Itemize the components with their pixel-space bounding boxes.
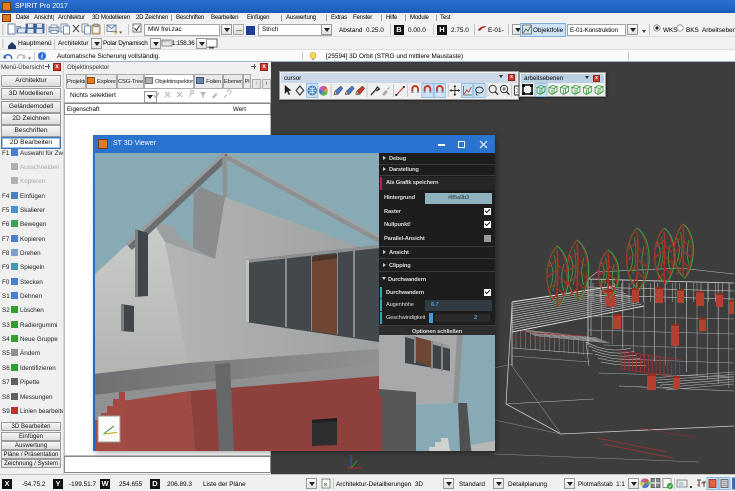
- svg-text:i: i: [41, 53, 43, 61]
